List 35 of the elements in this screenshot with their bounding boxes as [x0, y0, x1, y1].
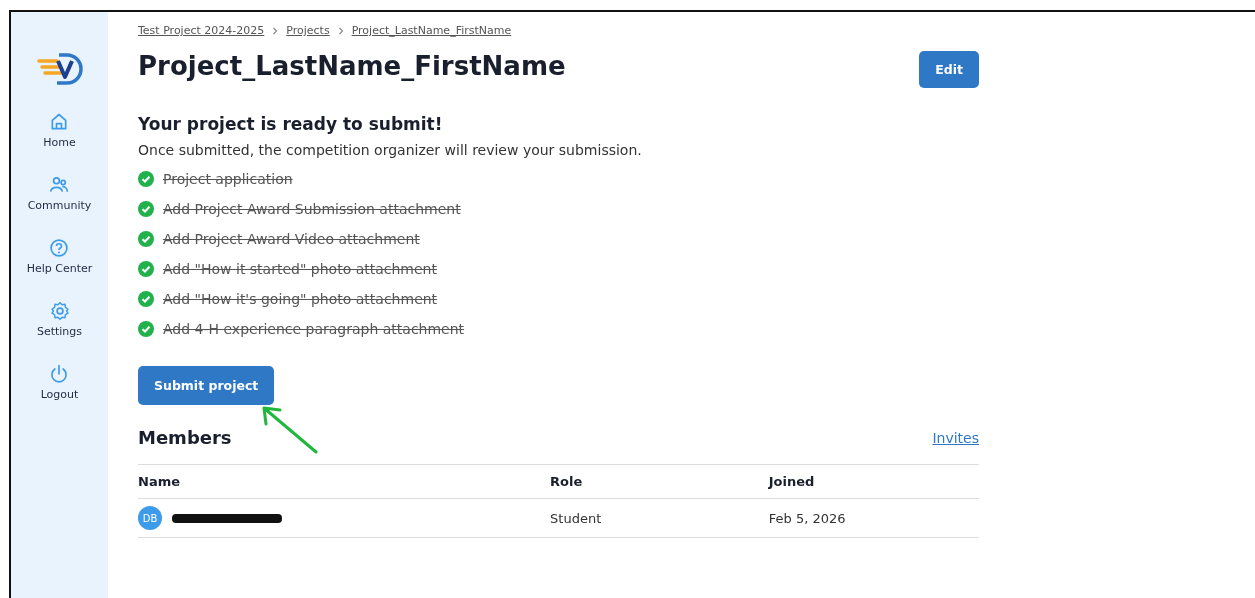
- breadcrumb-link[interactable]: Projects: [286, 24, 330, 37]
- checklist-item: Add "How it started" photo attachment: [163, 261, 437, 277]
- table-cell: Student: [550, 510, 602, 526]
- column-header: Joined: [768, 474, 815, 489]
- avatar: DB: [138, 506, 162, 530]
- power-icon: [49, 364, 70, 384]
- section-heading: Members: [138, 427, 232, 448]
- page-title: Project_LastName_FirstName: [138, 50, 566, 81]
- home-icon: [49, 112, 70, 132]
- sidebar-item[interactable]: Community: [27, 175, 92, 212]
- column-header: Role: [550, 474, 583, 489]
- checklist-item: Project application: [163, 171, 293, 187]
- table-cell: Feb 5, 2026: [768, 510, 846, 526]
- sidebar-item[interactable]: Logout: [40, 364, 79, 401]
- people-icon: [49, 175, 70, 195]
- breadcrumb-link[interactable]: Project_LastName_FirstName: [351, 24, 512, 37]
- settings-icon: [49, 301, 70, 321]
- invites-link[interactable]: Invites: [932, 429, 979, 446]
- sidebar-item[interactable]: Settings: [36, 301, 83, 338]
- section-heading: Your project is ready to submit!: [138, 114, 444, 134]
- breadcrumb-link[interactable]: Test Project 2024-2025: [138, 24, 265, 37]
- submit-button[interactable]: Submit project: [138, 366, 275, 405]
- checklist-item: Add Project Award Submission attachment: [163, 201, 461, 217]
- chevron-icon: [337, 26, 344, 35]
- checklist-item: Add 4-H experience paragraph attachment: [163, 321, 465, 337]
- description-text: Once submitted, the competition organizer will review your submission.: [138, 142, 643, 158]
- checklist-item: Add "How it's going" photo attachment: [163, 291, 438, 307]
- sidebar-item[interactable]: Help Center: [26, 238, 93, 275]
- chevron-icon: [272, 26, 279, 35]
- logo-icon: [36, 52, 83, 86]
- column-header: Name: [138, 474, 180, 489]
- sidebar-item[interactable]: Home: [43, 112, 76, 149]
- edit-button[interactable]: Edit: [919, 51, 979, 88]
- help-icon: [49, 238, 70, 258]
- checklist-item: Add Project Award Video attachment: [163, 231, 420, 247]
